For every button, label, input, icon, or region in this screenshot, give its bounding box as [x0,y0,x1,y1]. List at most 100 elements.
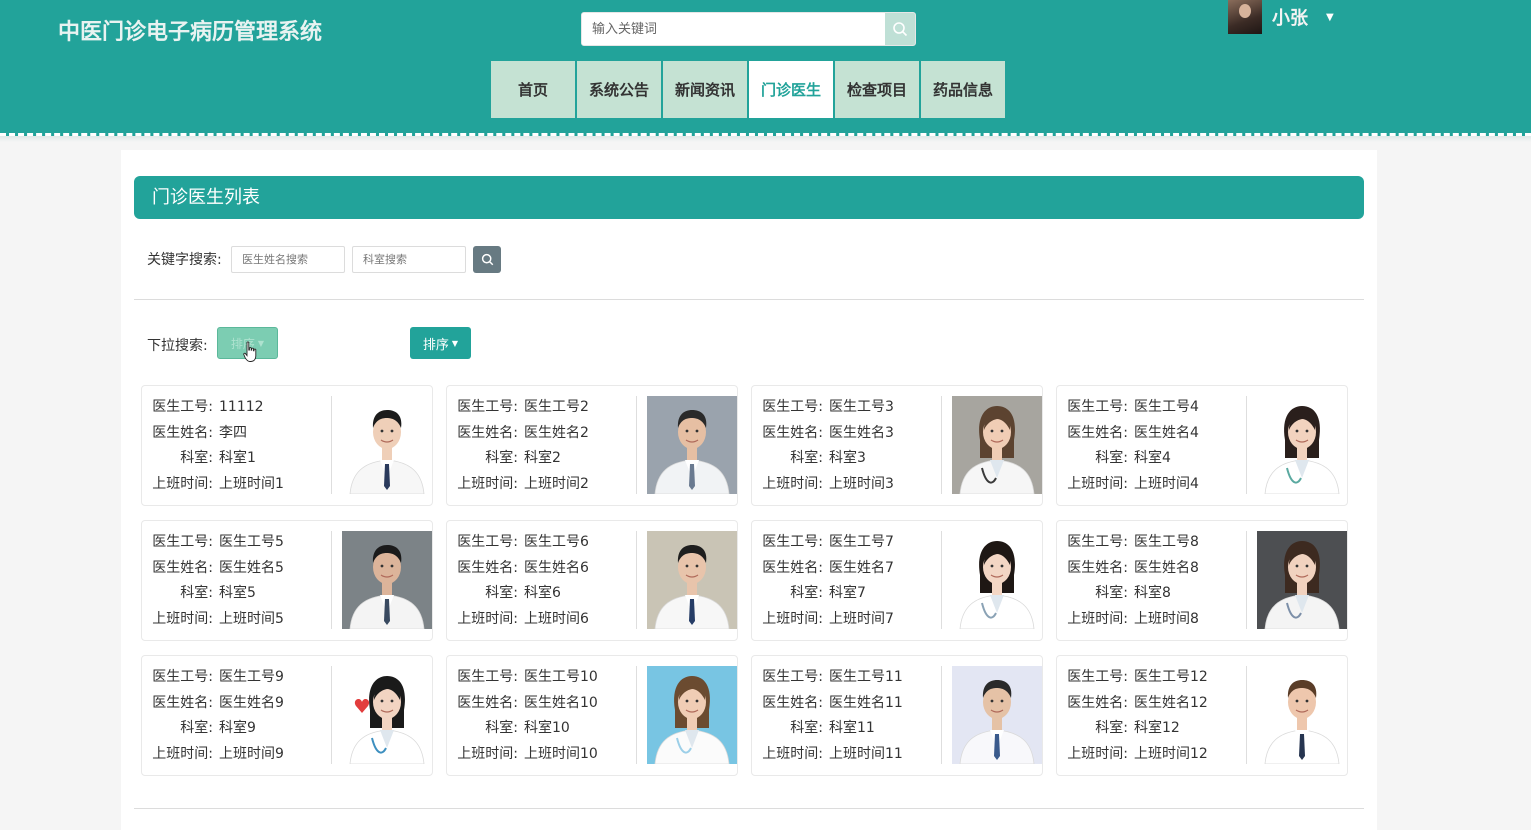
doctor-id: 医生工号11 [829,669,903,685]
doctor-name-label: 医生姓名: [457,559,518,576]
doctor-name-label: 医生姓名: [457,694,518,711]
doctor-card[interactable]: 医生工号: 医生工号8 医生姓名: 医生姓名8 科室: 科室8 上班时间: 上班时间8 [1056,520,1348,641]
doctor-id-row: 医生工号: 医生工号3 [752,395,941,421]
doctor-photo[interactable] [342,396,432,494]
keyword-search-button[interactable] [473,246,501,273]
global-search-button[interactable] [885,13,915,45]
doctor-id-row: 医生工号: 医生工号8 [1057,530,1246,556]
doctor-work-time: 上班时间6 [524,610,589,627]
doctor-info: 医生工号: 医生工号6 医生姓名: 医生姓名6 科室: 科室6 上班时间: 上班时间6 [447,530,636,632]
doctor-name-label: 医生姓名: [1067,694,1128,711]
doctor-card[interactable]: 医生工号: 医生工号2 医生姓名: 医生姓名2 科室: 科室2 上班时间: 上班时间2 [446,385,738,506]
card-divider [1246,666,1247,764]
doctor-work-time-row: 上班时间: 上班时间3 [752,472,941,498]
doctor-department-row: 科室: 科室11 [752,716,941,742]
card-divider [941,666,942,764]
doctor-department-row: 科室: 科室2 [447,446,636,472]
doctor-card[interactable]: 医生工号: 医生工号7 医生姓名: 医生姓名7 科室: 科室7 上班时间: 上班时间7 [751,520,1043,641]
doctor-department: 科室3 [829,450,866,466]
doctor-card[interactable]: 医生工号: 医生工号4 医生姓名: 医生姓名4 科室: 科室4 上班时间: 上班时间4 [1056,385,1348,506]
nav-item-medicines[interactable]: 药品信息 [921,61,1005,118]
doctor-id-row: 医生工号: 医生工号10 [447,665,636,691]
nav-item-doctors[interactable]: 门诊医生 [749,61,833,118]
doctor-name-row: 医生姓名: 医生姓名6 [447,556,636,582]
doctor-list-panel: 门诊医生列表 关键字搜索: 下拉搜索: 排序 ▼ 排序 ▼ 医生工号: 11112… [121,150,1377,830]
doctor-card[interactable]: 医生工号: 医生工号5 医生姓名: 医生姓名5 科室: 科室5 上班时间: 上班时间5 [141,520,433,641]
doctor-work-time: 上班时间11 [829,745,903,762]
doctor-work-time-row: 上班时间: 上班时间10 [447,742,636,768]
doctor-photo[interactable] [952,396,1042,494]
main-nav: 首页 系统公告 新闻资讯 门诊医生 检查项目 药品信息 [491,61,1007,118]
doctor-card[interactable]: 医生工号: 医生工号12 医生姓名: 医生姓名12 科室: 科室12 上班时间: 上班时间12 [1056,655,1348,776]
doctor-photo[interactable] [342,666,432,764]
doctor-photo[interactable] [1257,396,1347,494]
doctor-card[interactable]: 医生工号: 医生工号10 医生姓名: 医生姓名10 科室: 科室10 上班时间: 上班时间10 [446,655,738,776]
doctor-work-time-row: 上班时间: 上班时间6 [447,607,636,633]
doctor-id-label: 医生工号: [762,669,823,685]
dropdown-search-label: 下拉搜索: [147,338,208,354]
doctor-name-row: 医生姓名: 医生姓名4 [1057,421,1246,447]
doctor-id-label: 医生工号: [457,534,518,550]
doctor-photo[interactable] [1257,666,1347,764]
doctor-card[interactable]: 医生工号: 医生工号3 医生姓名: 医生姓名3 科室: 科室3 上班时间: 上班时间3 [751,385,1043,506]
doctor-info: 医生工号: 医生工号10 医生姓名: 医生姓名10 科室: 科室10 上班时间: 上班时间10 [447,665,636,767]
doctor-id-row: 医生工号: 医生工号11 [752,665,941,691]
global-search-input[interactable] [582,13,884,45]
doctor-card[interactable]: 医生工号: 医生工号9 医生姓名: 医生姓名9 科室: 科室9 上班时间: 上班时间9 [141,655,433,776]
sort-button[interactable]: 排序 ▼ [410,327,471,359]
doctor-photo[interactable] [647,666,737,764]
doctor-photo[interactable] [1257,531,1347,629]
doctor-id-row: 医生工号: 医生工号2 [447,395,636,421]
doctor-id-label: 医生工号: [457,669,518,685]
nav-item-home[interactable]: 首页 [491,61,575,118]
doctor-photo[interactable] [342,531,432,629]
doctor-card[interactable]: 医生工号: 11112 医生姓名: 李四 科室: 科室1 上班时间: 上班时间1 [141,385,433,506]
department-search-input[interactable] [352,246,466,273]
doctor-grid: 医生工号: 11112 医生姓名: 李四 科室: 科室1 上班时间: 上班时间1 医生工号: 医生… [141,385,1348,776]
doctor-name: 医生姓名8 [1134,559,1199,576]
doctor-id-label: 医生工号: [457,399,518,415]
doctor-name-search-input[interactable] [231,246,345,273]
doctor-work-time-label: 上班时间: [457,610,518,627]
doctor-name: 医生姓名2 [524,424,589,441]
doctor-card[interactable]: 医生工号: 医生工号11 医生姓名: 医生姓名11 科室: 科室11 上班时间: 上班时间11 [751,655,1043,776]
doctor-photo[interactable] [952,666,1042,764]
doctor-card[interactable]: 医生工号: 医生工号6 医生姓名: 医生姓名6 科室: 科室6 上班时间: 上班时间6 [446,520,738,641]
doctor-name-row: 医生姓名: 医生姓名7 [752,556,941,582]
doctor-department-row: 科室: 科室5 [142,581,331,607]
doctor-department-row: 科室: 科室7 [752,581,941,607]
doctor-work-time-label: 上班时间: [457,475,518,492]
nav-item-news[interactable]: 新闻资讯 [663,61,747,118]
doctor-id-row: 医生工号: 医生工号4 [1057,395,1246,421]
doctor-id-label: 医生工号: [152,534,213,550]
user-name[interactable]: 小张 [1272,4,1308,30]
doctor-id: 医生工号5 [219,534,284,550]
doctor-work-time: 上班时间10 [524,745,598,762]
doctor-work-time-row: 上班时间: 上班时间2 [447,472,636,498]
doctor-work-time-label: 上班时间: [457,745,518,762]
avatar[interactable] [1228,0,1262,34]
divider [134,808,1364,809]
doctor-name-label: 医生姓名: [762,694,823,711]
doctor-photo[interactable] [647,396,737,494]
doctor-department-label: 科室: [790,450,823,466]
doctor-photo[interactable] [647,531,737,629]
nav-item-exams[interactable]: 检查项目 [835,61,919,118]
doctor-department-label: 科室: [790,585,823,601]
doctor-work-time-row: 上班时间: 上班时间11 [752,742,941,768]
doctor-work-time-row: 上班时间: 上班时间1 [142,472,331,498]
doctor-info: 医生工号: 11112 医生姓名: 李四 科室: 科室1 上班时间: 上班时间1 [142,395,331,497]
doctor-id: 11112 [219,399,264,415]
site-header: 中医门诊电子病历管理系统 小张 ▼ 首页 系统公告 新闻资讯 门诊医生 检查项目… [0,0,1531,136]
user-menu[interactable]: 小张 ▼ [1228,0,1334,34]
doctor-name-row: 医生姓名: 医生姓名12 [1057,691,1246,717]
chevron-down-icon[interactable]: ▼ [1326,12,1334,23]
doctor-name-label: 医生姓名: [152,559,213,576]
doctor-name-row: 医生姓名: 医生姓名9 [142,691,331,717]
doctor-photo[interactable] [952,531,1042,629]
nav-item-announcements[interactable]: 系统公告 [577,61,661,118]
doctor-name-row: 医生姓名: 医生姓名10 [447,691,636,717]
doctor-work-time: 上班时间1 [219,475,284,492]
doctor-department-label: 科室: [180,585,213,601]
caret-down-icon: ▼ [451,338,459,348]
